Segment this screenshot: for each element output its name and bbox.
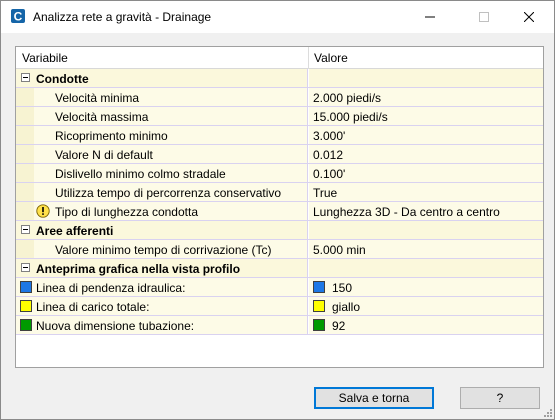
property-row[interactable]: Ricoprimento minimo 3.000' xyxy=(16,126,543,145)
maximize-icon xyxy=(479,11,489,22)
property-label: Linea di pendenza idraulica: xyxy=(36,281,186,295)
green-color-swatch-icon xyxy=(20,319,32,331)
property-value[interactable]: 150 xyxy=(332,281,352,295)
property-row[interactable]: Valore N di default 0.012 xyxy=(16,145,543,164)
property-label: Utilizza tempo di percorrenza conservati… xyxy=(55,186,282,200)
property-value[interactable]: Lunghezza 3D - Da centro a centro xyxy=(313,205,500,219)
category-row-aree-afferenti[interactable]: Aree afferenti xyxy=(16,221,543,240)
header-separator[interactable] xyxy=(308,47,309,69)
property-label: Ricoprimento minimo xyxy=(55,129,168,143)
property-label: Valore minimo tempo di corrivazione (Tc) xyxy=(55,243,272,257)
collapse-icon[interactable] xyxy=(21,73,30,82)
civil3d-app-icon: C xyxy=(11,9,25,24)
property-value[interactable]: 0.100' xyxy=(313,167,345,181)
yellow-color-swatch-icon xyxy=(313,300,325,312)
maximize-button[interactable] xyxy=(461,1,507,32)
property-value[interactable]: 92 xyxy=(332,319,345,333)
property-row[interactable]: Linea di pendenza idraulica: 150 xyxy=(16,278,543,297)
property-label: Linea di carico totale: xyxy=(36,300,150,314)
help-button[interactable]: ? xyxy=(460,387,540,409)
category-label: Condotte xyxy=(36,72,89,86)
property-row[interactable]: Tipo di lunghezza condotta Lunghezza 3D … xyxy=(16,202,543,221)
property-row[interactable]: Nuova dimensione tubazione: 92 xyxy=(16,316,543,335)
minimize-button[interactable] xyxy=(407,1,453,32)
resize-grip-icon[interactable] xyxy=(542,407,552,417)
property-value[interactable]: 0.012 xyxy=(313,148,343,162)
property-row[interactable]: Utilizza tempo di percorrenza conservati… xyxy=(16,183,543,202)
save-and-return-button[interactable]: Salva e torna xyxy=(314,387,434,409)
green-color-swatch-icon xyxy=(313,319,325,331)
close-icon xyxy=(524,11,534,22)
grid-header: Variabile Valore xyxy=(16,47,543,69)
minimize-icon xyxy=(425,16,435,17)
close-button[interactable] xyxy=(506,1,552,32)
property-label: Velocità minima xyxy=(55,91,140,105)
property-label: Dislivello minimo colmo stradale xyxy=(55,167,226,181)
blue-color-swatch-icon xyxy=(313,281,325,293)
property-value[interactable]: True xyxy=(313,186,337,200)
collapse-icon[interactable] xyxy=(21,263,30,272)
property-value[interactable]: giallo xyxy=(332,300,360,314)
window-title: Analizza rete a gravità - Drainage xyxy=(33,10,212,24)
property-row[interactable]: Dislivello minimo colmo stradale 0.100' xyxy=(16,164,543,183)
property-label: Velocità massima xyxy=(55,110,149,124)
property-value[interactable]: 3.000' xyxy=(313,129,345,143)
category-row-condotte[interactable]: Condotte xyxy=(16,69,543,88)
blue-color-swatch-icon xyxy=(20,281,32,293)
property-row[interactable]: Velocità massima 15.000 piedi/s xyxy=(16,107,543,126)
collapse-icon[interactable] xyxy=(21,225,30,234)
title-bar: C Analizza rete a gravità - Drainage xyxy=(1,1,554,33)
property-grid[interactable]: Variabile Valore Condotte Velocità minim… xyxy=(15,46,544,368)
svg-text:C: C xyxy=(14,10,23,24)
category-row-anteprima-grafica[interactable]: Anteprima grafica nella vista profilo xyxy=(16,259,543,278)
property-row[interactable]: Linea di carico totale: giallo xyxy=(16,297,543,316)
property-row[interactable]: Velocità minima 2.000 piedi/s xyxy=(16,88,543,107)
property-label: Nuova dimensione tubazione: xyxy=(36,319,195,333)
category-label: Aree afferenti xyxy=(36,224,114,238)
header-value[interactable]: Valore xyxy=(314,51,348,65)
property-label: Tipo di lunghezza condotta xyxy=(55,205,198,219)
property-value[interactable]: 5.000 min xyxy=(313,243,366,257)
grid-rows: Condotte Velocità minima 2.000 piedi/s V… xyxy=(16,69,543,335)
property-value[interactable]: 15.000 piedi/s xyxy=(313,110,388,124)
warning-icon xyxy=(36,204,50,218)
property-label: Valore N di default xyxy=(55,148,153,162)
header-variable[interactable]: Variabile xyxy=(22,51,68,65)
property-value[interactable]: 2.000 piedi/s xyxy=(313,91,381,105)
category-label: Anteprima grafica nella vista profilo xyxy=(36,262,241,276)
dialog-window: C Analizza rete a gravità - Drainage Var… xyxy=(0,0,555,420)
property-row[interactable]: Valore minimo tempo di corrivazione (Tc)… xyxy=(16,240,543,259)
yellow-color-swatch-icon xyxy=(20,300,32,312)
